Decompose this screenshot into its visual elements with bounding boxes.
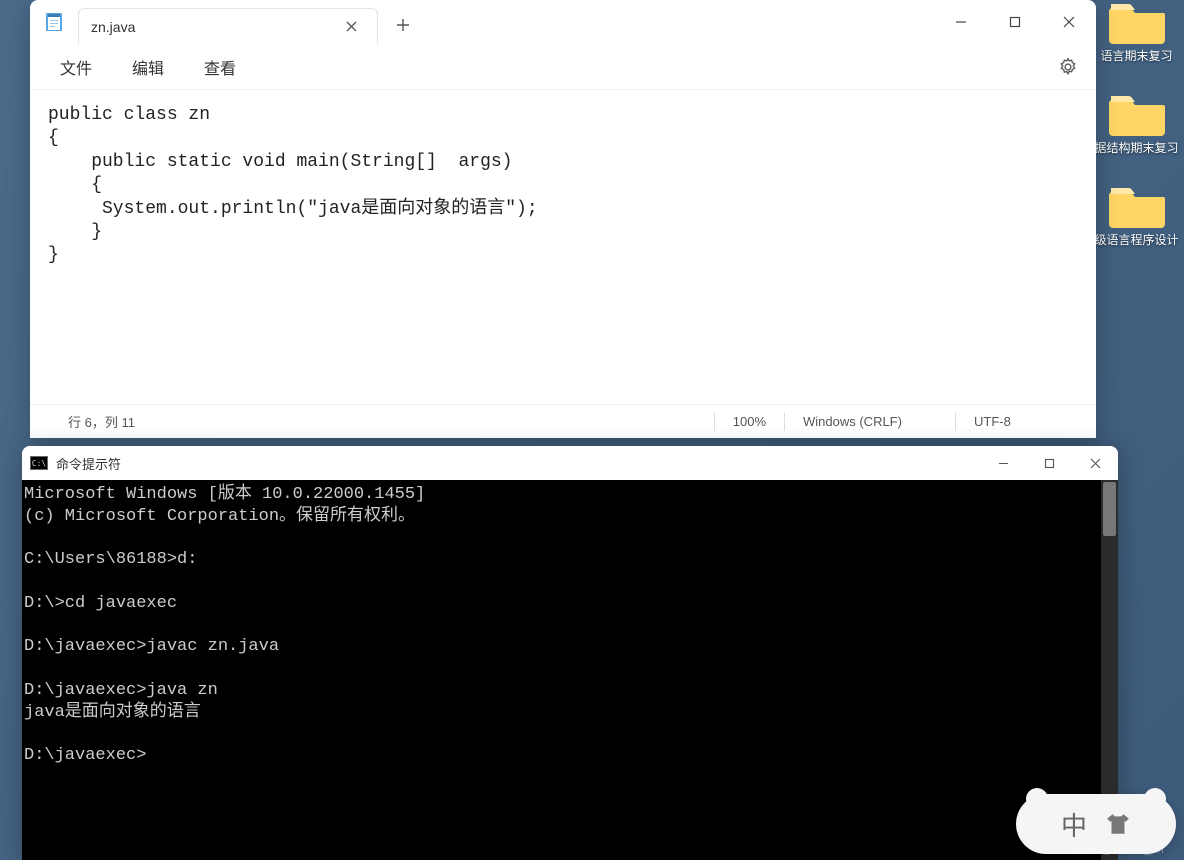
maximize-icon: [1044, 458, 1055, 469]
desktop-folder[interactable]: 据结构期末复习: [1094, 92, 1179, 156]
cmd-app-icon: C:\: [30, 456, 48, 470]
menu-edit[interactable]: 编辑: [112, 49, 184, 85]
status-encoding[interactable]: UTF-8: [956, 414, 1076, 429]
cmd-titlebar[interactable]: C:\ 命令提示符: [22, 446, 1118, 480]
desktop-folder-label: 级语言程序设计: [1094, 232, 1178, 248]
gear-icon: [1058, 57, 1078, 77]
plus-icon: [396, 18, 410, 32]
cmd-window: C:\ 命令提示符 Microsoft Windows [版本 10.0.220…: [22, 446, 1118, 860]
status-eol[interactable]: Windows (CRLF): [785, 414, 955, 429]
close-button[interactable]: [1042, 0, 1096, 44]
status-zoom[interactable]: 100%: [715, 414, 784, 429]
tab-title: zn.java: [91, 19, 135, 35]
desktop-folder[interactable]: 级语言程序设计: [1094, 184, 1179, 248]
minimize-button[interactable]: [934, 0, 988, 44]
notepad-menubar: 文件 编辑 查看: [30, 44, 1096, 90]
folder-icon: [1109, 92, 1165, 136]
desktop-folder-label: 据结构期末复习: [1094, 140, 1178, 156]
desktop-folder[interactable]: 语言期末复习: [1094, 0, 1179, 64]
menu-view[interactable]: 查看: [184, 49, 256, 85]
menu-file[interactable]: 文件: [40, 49, 112, 85]
notepad-app-icon: [44, 12, 64, 32]
new-tab-button[interactable]: [386, 8, 420, 42]
minimize-icon: [955, 16, 967, 28]
folder-icon: [1109, 184, 1165, 228]
window-controls: [934, 0, 1096, 44]
notepad-window: zn.java 文件 编辑 查看 public class zn { publi…: [30, 0, 1096, 438]
maximize-button[interactable]: [988, 0, 1042, 44]
shirt-icon[interactable]: [1105, 811, 1131, 837]
close-icon: [1090, 458, 1101, 469]
desktop-folder-label: 语言期末复习: [1100, 48, 1172, 64]
desktop-icons: 语言期末复习 据结构期末复习 级语言程序设计: [1094, 0, 1179, 277]
ime-mode[interactable]: 中: [1061, 806, 1087, 843]
cmd-minimize-button[interactable]: [980, 446, 1026, 480]
cmd-close-button[interactable]: [1072, 446, 1118, 480]
ime-decor: [1026, 788, 1048, 810]
code-editor[interactable]: public class zn { public static void mai…: [30, 90, 1096, 404]
close-icon: [346, 21, 357, 32]
watermark: CSDN @NEFU_nn: [1065, 844, 1164, 856]
cmd-scrollbar-thumb[interactable]: [1103, 482, 1116, 536]
ime-decor: [1144, 788, 1166, 810]
cmd-window-controls: [980, 446, 1118, 480]
tab-close-button[interactable]: [337, 13, 365, 41]
cmd-output[interactable]: Microsoft Windows [版本 10.0.22000.1455] (…: [22, 480, 1118, 860]
tab-file[interactable]: zn.java: [78, 8, 378, 44]
folder-icon: [1109, 0, 1165, 44]
status-lncol[interactable]: 行 6，列 11: [50, 412, 153, 431]
settings-button[interactable]: [1050, 49, 1086, 85]
cmd-title: 命令提示符: [56, 454, 121, 473]
maximize-icon: [1009, 16, 1021, 28]
close-icon: [1063, 16, 1075, 28]
notepad-titlebar[interactable]: zn.java: [30, 0, 1096, 44]
cmd-maximize-button[interactable]: [1026, 446, 1072, 480]
minimize-icon: [998, 458, 1009, 469]
notepad-statusbar: 行 6，列 11 100% Windows (CRLF) UTF-8: [30, 404, 1096, 438]
